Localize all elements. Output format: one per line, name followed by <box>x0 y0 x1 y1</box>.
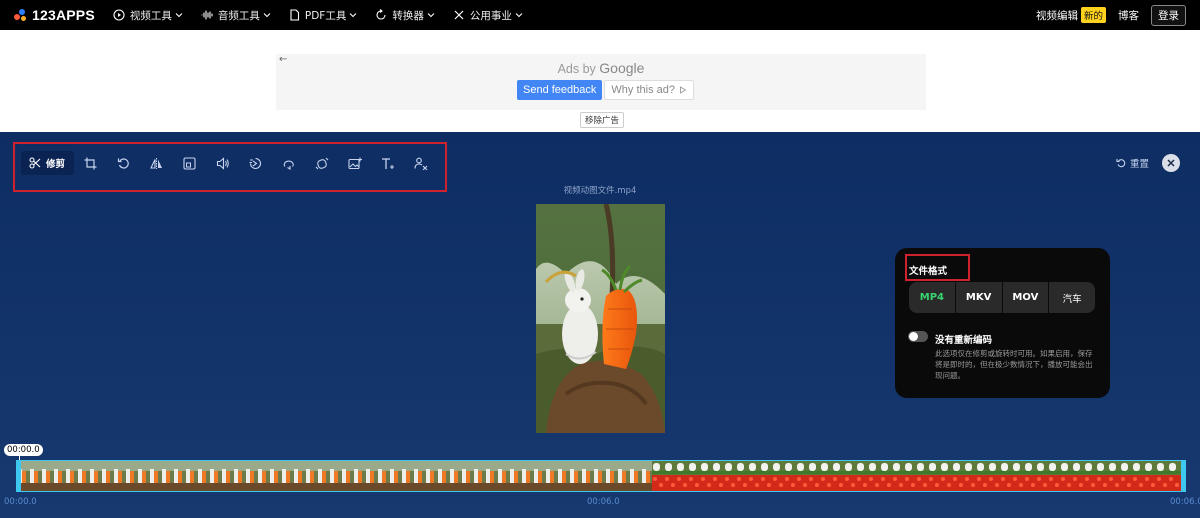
convert-icon <box>375 9 387 21</box>
new-badge: 新的 <box>1080 7 1106 23</box>
nav-converter-label: 转换器 <box>392 9 424 22</box>
tool-add-image[interactable] <box>338 151 371 175</box>
ads-by-text: Ads by <box>557 62 596 76</box>
play-circle-icon <box>113 9 125 21</box>
nav-pdf-tools[interactable]: PDF工具 <box>289 8 357 23</box>
scissors-icon <box>29 157 41 169</box>
document-icon <box>289 9 300 21</box>
play-triangle-icon <box>679 86 687 94</box>
logo-dots-icon <box>14 8 28 22</box>
tool-remove-logo[interactable] <box>404 151 437 175</box>
trim-handle-left[interactable] <box>16 460 21 492</box>
add-text-icon <box>381 157 395 170</box>
timeline-start-label: 00:00.0 <box>4 497 37 507</box>
tool-volume[interactable] <box>206 151 239 175</box>
nav-pdf-tools-label: PDF工具 <box>304 9 347 22</box>
stabilize-icon <box>315 157 329 170</box>
nav-audio-tools-label: 音频工具 <box>217 9 260 22</box>
tool-trim-label: 修剪 <box>46 159 66 170</box>
tool-resize[interactable] <box>173 151 206 175</box>
timeline-strip[interactable] <box>16 460 1186 492</box>
flip-icon <box>150 157 163 170</box>
why-this-ad-label: Why this ad? <box>611 84 675 96</box>
close-icon <box>1167 159 1175 167</box>
current-timecode: 00:00.0 <box>4 444 43 456</box>
file-format-panel: 文件格式 MP4 MKV MOV 汽车 没有重新编码 此选项仅在修剪或旋转时可用… <box>895 248 1110 398</box>
ad-area: ← Ads by Google Send feedback Why this a… <box>0 30 1200 132</box>
no-reencode-toggle[interactable] <box>908 331 928 342</box>
nav-right: 视频编辑 新的 博客 登录 <box>1036 4 1186 26</box>
tool-trim[interactable]: 修剪 <box>21 151 74 175</box>
format-tab-more[interactable]: 汽车 <box>1049 282 1095 313</box>
editor-toolbar: 修剪 <box>21 151 437 175</box>
tools-icon <box>453 9 465 21</box>
top-navbar: 123APPS 视频工具 音频工具 PDF工具 转换器 公用事业 视频编辑 新的… <box>0 0 1200 30</box>
tool-rotate[interactable] <box>107 151 140 175</box>
tool-add-text[interactable] <box>371 151 404 175</box>
format-tab-mov[interactable]: MOV <box>1003 282 1050 313</box>
timeline-mid-label: 00:06.0 <box>587 497 620 507</box>
why-this-ad-button[interactable]: Why this ad? <box>604 80 694 100</box>
crop-icon <box>84 157 97 170</box>
nav-video-tools-label: 视频工具 <box>129 9 172 22</box>
remove-logo-icon <box>413 157 428 170</box>
ads-by-google: Ads by Google <box>276 60 926 76</box>
remove-ad-button[interactable]: 移除广告 <box>580 112 625 128</box>
nav-audio-tools[interactable]: 音频工具 <box>201 8 271 23</box>
nav-utilities[interactable]: 公用事业 <box>453 8 523 23</box>
logo[interactable]: 123APPS <box>14 7 95 23</box>
rotate-icon <box>117 157 130 170</box>
undo-icon <box>1116 158 1126 168</box>
login-button[interactable]: 登录 <box>1151 4 1186 26</box>
nav-utilities-label: 公用事业 <box>469 9 512 22</box>
format-tab-mp4[interactable]: MP4 <box>909 282 956 313</box>
ad-buttons: Send feedback Why this ad? <box>517 80 694 100</box>
timeline-end-label: 00:06.0 <box>1170 497 1200 507</box>
chevron-down-icon <box>175 11 183 19</box>
volume-icon <box>216 156 230 170</box>
format-title: 文件格式 <box>909 266 948 277</box>
trim-handle-right[interactable] <box>1181 460 1186 492</box>
format-tab-mkv[interactable]: MKV <box>956 282 1003 313</box>
loop-icon <box>282 157 296 170</box>
chevron-down-icon <box>515 11 523 19</box>
add-image-icon <box>347 157 362 170</box>
logo-text: 123APPS <box>32 7 95 23</box>
speed-icon <box>249 157 262 170</box>
tool-loop[interactable] <box>272 151 305 175</box>
google-text: Google <box>599 60 645 76</box>
chevron-down-icon <box>427 11 435 19</box>
video-edit-link[interactable]: 视频编辑 <box>1036 8 1078 23</box>
chevron-down-icon <box>263 11 271 19</box>
file-name: 视频动图文件.mp4 <box>563 186 637 196</box>
tool-stabilize[interactable] <box>305 151 338 175</box>
ad-box: ← Ads by Google Send feedback Why this a… <box>276 54 926 110</box>
send-feedback-button[interactable]: Send feedback <box>517 80 603 100</box>
video-preview[interactable] <box>536 204 665 433</box>
chevron-down-icon <box>349 11 357 19</box>
tool-speed[interactable] <box>239 151 272 175</box>
no-reencode-description: 此选项仅在修剪或旋转时可用。如果启用，保存将是即时的，但在极少数情况下，播放可能… <box>935 349 1093 380</box>
resize-icon <box>183 156 196 170</box>
reset-label: 重置 <box>1130 159 1150 170</box>
tool-flip[interactable] <box>140 151 173 175</box>
tool-crop[interactable] <box>74 151 107 175</box>
blog-link[interactable]: 博客 <box>1118 8 1139 23</box>
format-tabs: MP4 MKV MOV 汽车 <box>909 282 1095 313</box>
reset-button[interactable]: 重置 <box>1116 156 1149 170</box>
close-button[interactable] <box>1162 154 1180 172</box>
audio-wave-icon <box>201 9 213 21</box>
no-reencode-label: 没有重新编码 <box>935 335 993 346</box>
nav-video-tools[interactable]: 视频工具 <box>113 8 183 23</box>
nav-converter[interactable]: 转换器 <box>375 8 435 23</box>
